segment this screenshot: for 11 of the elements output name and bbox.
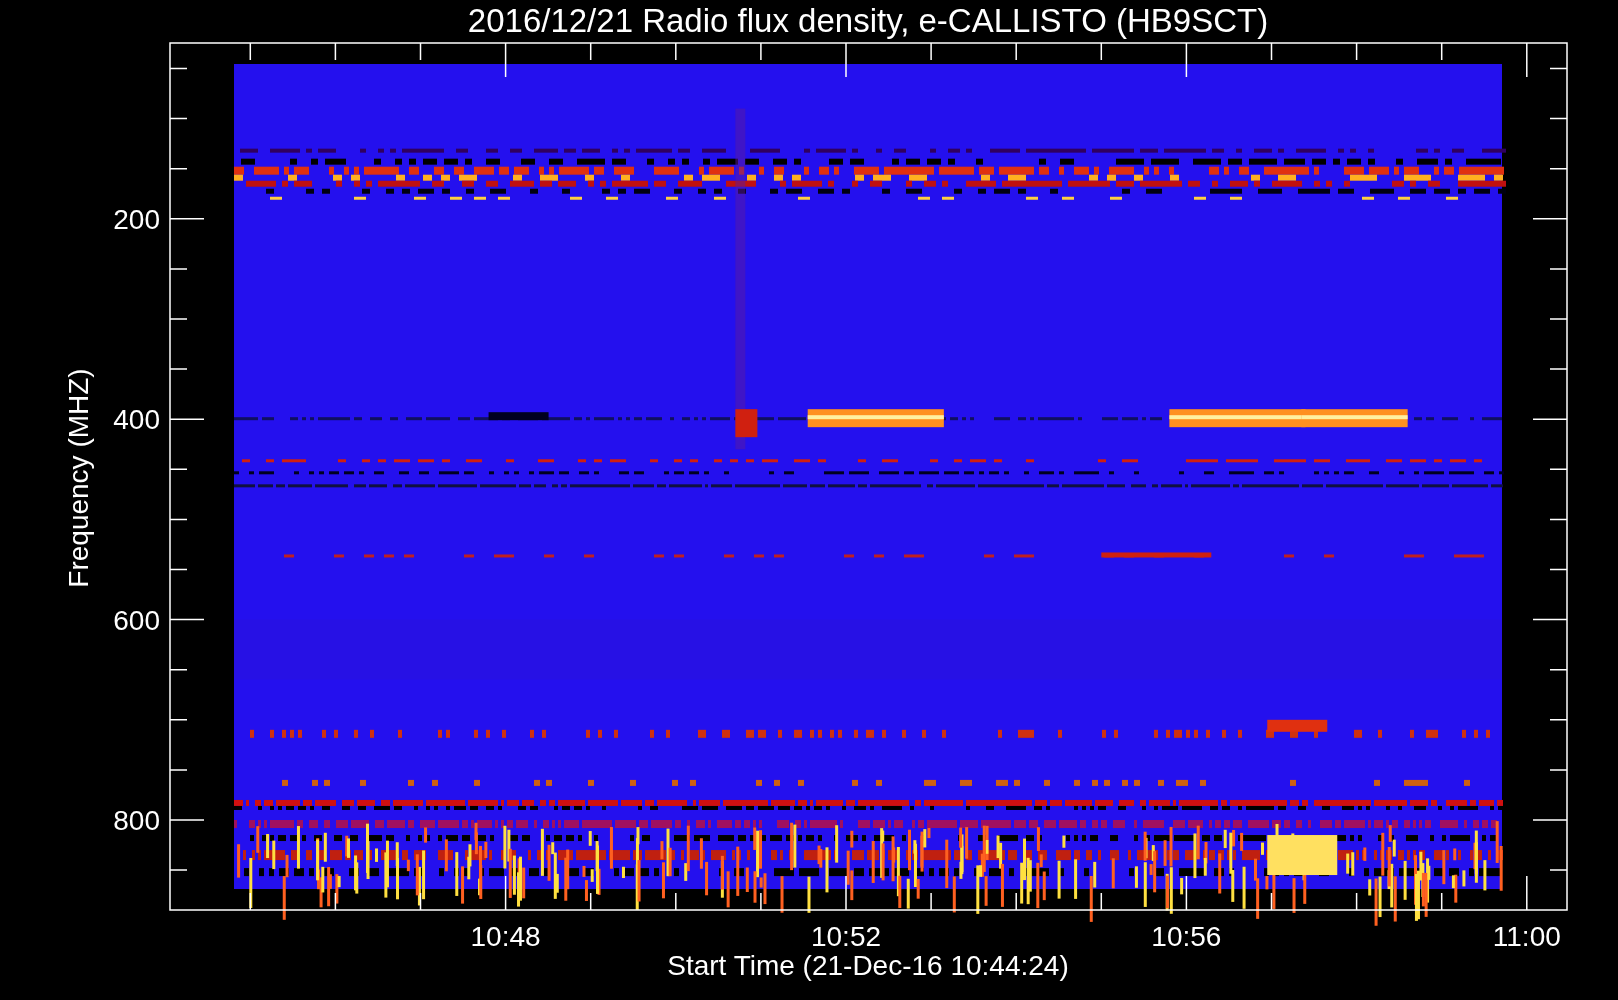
x-tick-label: 10:48 <box>470 921 541 952</box>
y-axis-label: Frequency (MHZ) <box>63 368 94 588</box>
y-tick-label: 200 <box>113 203 160 235</box>
x-tick-label: 11:00 <box>1492 921 1561 952</box>
y-tick-label: 600 <box>113 604 160 636</box>
y-tick-label: 400 <box>113 404 160 436</box>
x-axis-label: Start Time (21-Dec-16 10:44:24) <box>667 950 1069 981</box>
x-tick-label: 10:52 <box>810 921 882 952</box>
x-tick-label: 10:56 <box>1151 921 1222 952</box>
chart-title: 2016/12/21 Radio flux density, e-CALLISTO (HB9SCT) <box>467 2 1269 39</box>
y-tick-label: 800 <box>113 805 160 836</box>
